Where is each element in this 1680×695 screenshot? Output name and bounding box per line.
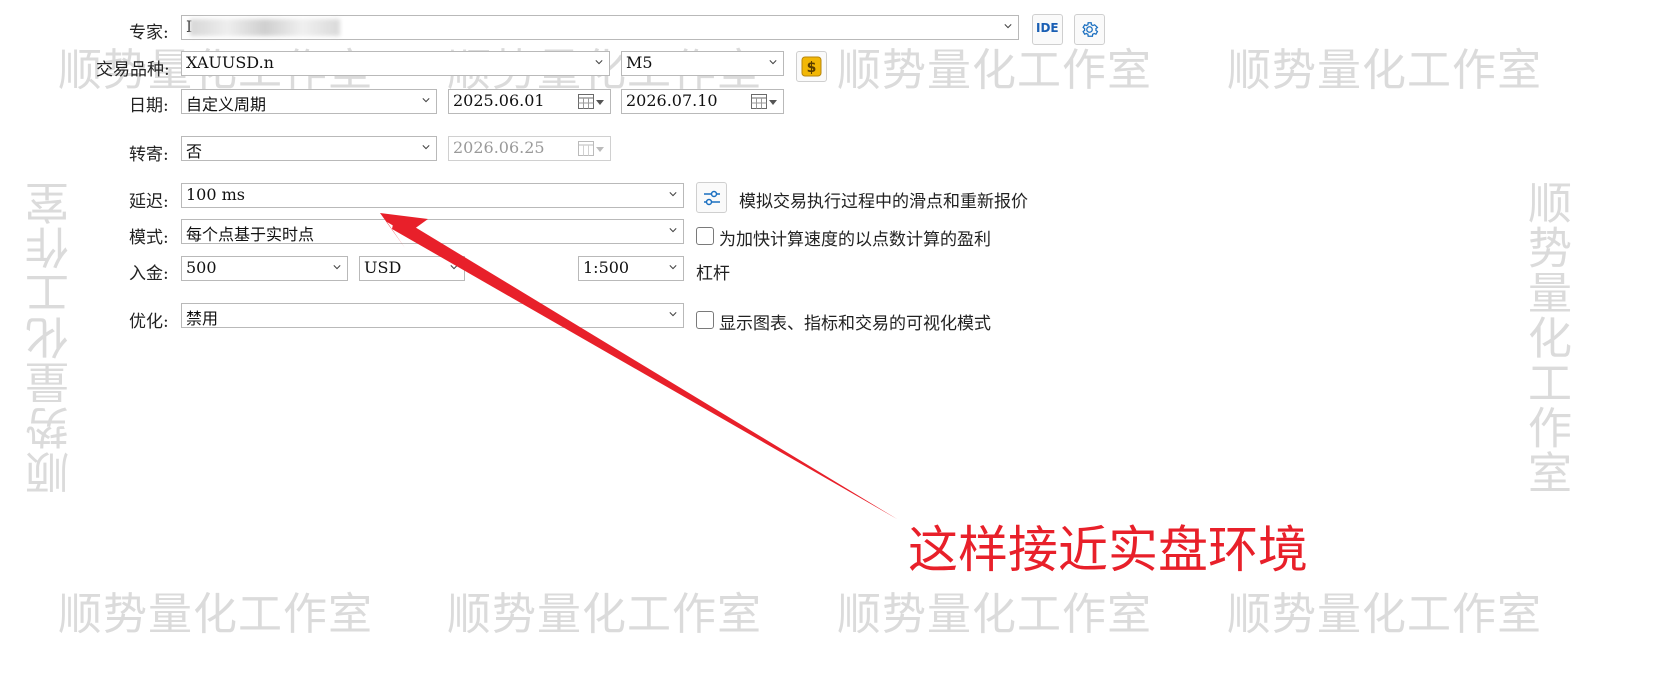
annotation-text: 这样接近实盘环境 [908,521,1308,579]
red-arrow [380,213,897,519]
